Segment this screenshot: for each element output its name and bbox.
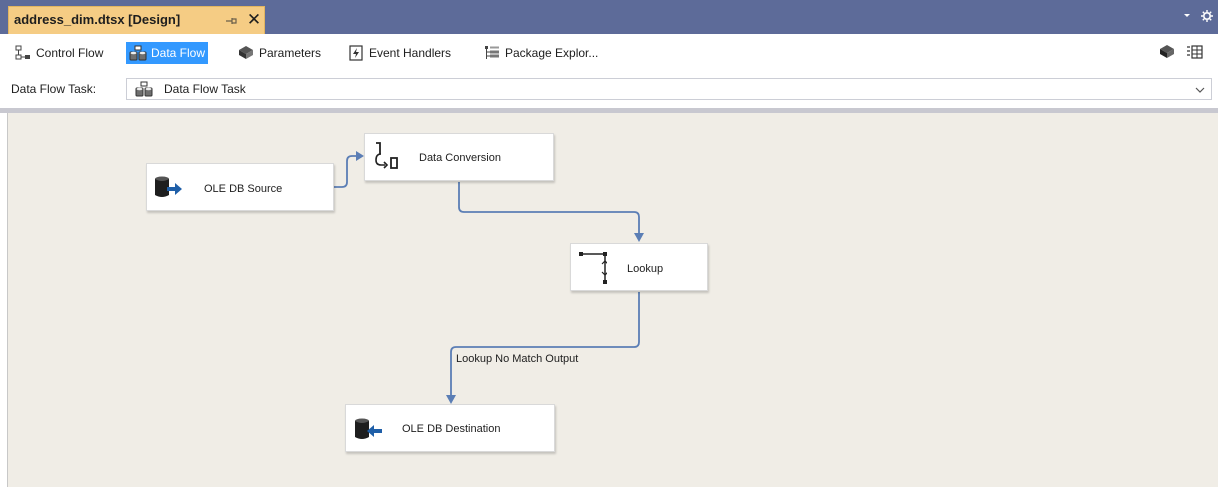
tab-event-handlers[interactable]: Event Handlers: [344, 42, 454, 64]
tab-label: Package Explor...: [505, 46, 599, 60]
path-label-lookup-no-match: Lookup No Match Output: [456, 353, 579, 365]
data-flow-task-icon: [135, 81, 153, 97]
gear-icon[interactable]: [1200, 9, 1214, 23]
tab-control-flow[interactable]: Control Flow: [11, 42, 106, 64]
component-ole-db-destination[interactable]: OLE DB Destination: [345, 404, 555, 452]
component-label: Data Conversion: [419, 152, 501, 164]
component-label: OLE DB Source: [204, 183, 283, 195]
data-conversion-icon: [370, 140, 400, 170]
tab-label: Event Handlers: [369, 46, 452, 60]
component-label: OLE DB Destination: [402, 423, 501, 435]
task-selector-row: Data Flow Task: Data Flow Task: [0, 76, 1218, 104]
ole-db-destination-icon: [353, 415, 383, 445]
task-selector-label: Data Flow Task:: [11, 82, 97, 96]
task-selector-combobox[interactable]: Data Flow Task: [126, 78, 1212, 100]
event-handlers-icon: [347, 44, 365, 62]
tab-package-explorer[interactable]: Package Explor...: [480, 42, 601, 64]
task-selector-value: Data Flow Task: [164, 82, 246, 96]
document-tab-strip: address_dim.dtsx [Design] ✕: [0, 0, 1218, 34]
control-flow-icon: [14, 44, 32, 62]
chevron-down-icon[interactable]: [1195, 84, 1205, 94]
document-tab[interactable]: address_dim.dtsx [Design] ✕: [8, 6, 265, 34]
data-flow-icon: [129, 44, 147, 62]
dropdown-arrow-icon[interactable]: [1180, 9, 1194, 23]
package-icon[interactable]: [1158, 43, 1176, 61]
tab-data-flow[interactable]: Data Flow: [126, 42, 209, 64]
close-icon[interactable]: ✕: [245, 11, 263, 29]
tab-parameters[interactable]: Parameters: [234, 42, 324, 64]
variables-grid-icon[interactable]: [1186, 43, 1204, 61]
tab-label: Parameters: [259, 46, 322, 60]
parameters-icon: [237, 44, 255, 62]
tab-label: Control Flow: [36, 46, 104, 60]
component-lookup[interactable]: Lookup: [570, 243, 708, 291]
package-explorer-icon: [483, 44, 501, 62]
tab-label: Data Flow: [151, 46, 206, 60]
lookup-icon: [577, 250, 609, 284]
document-tab-title: address_dim.dtsx [Design]: [14, 12, 181, 27]
component-data-conversion[interactable]: Data Conversion: [364, 133, 554, 181]
ole-db-source-icon: [153, 173, 183, 203]
component-label: Lookup: [627, 263, 664, 275]
component-ole-db-source[interactable]: OLE DB Source: [146, 163, 334, 211]
designer-tab-bar: Control Flow Data Flow Parameters Event …: [0, 40, 1218, 66]
pin-icon[interactable]: [223, 13, 239, 29]
